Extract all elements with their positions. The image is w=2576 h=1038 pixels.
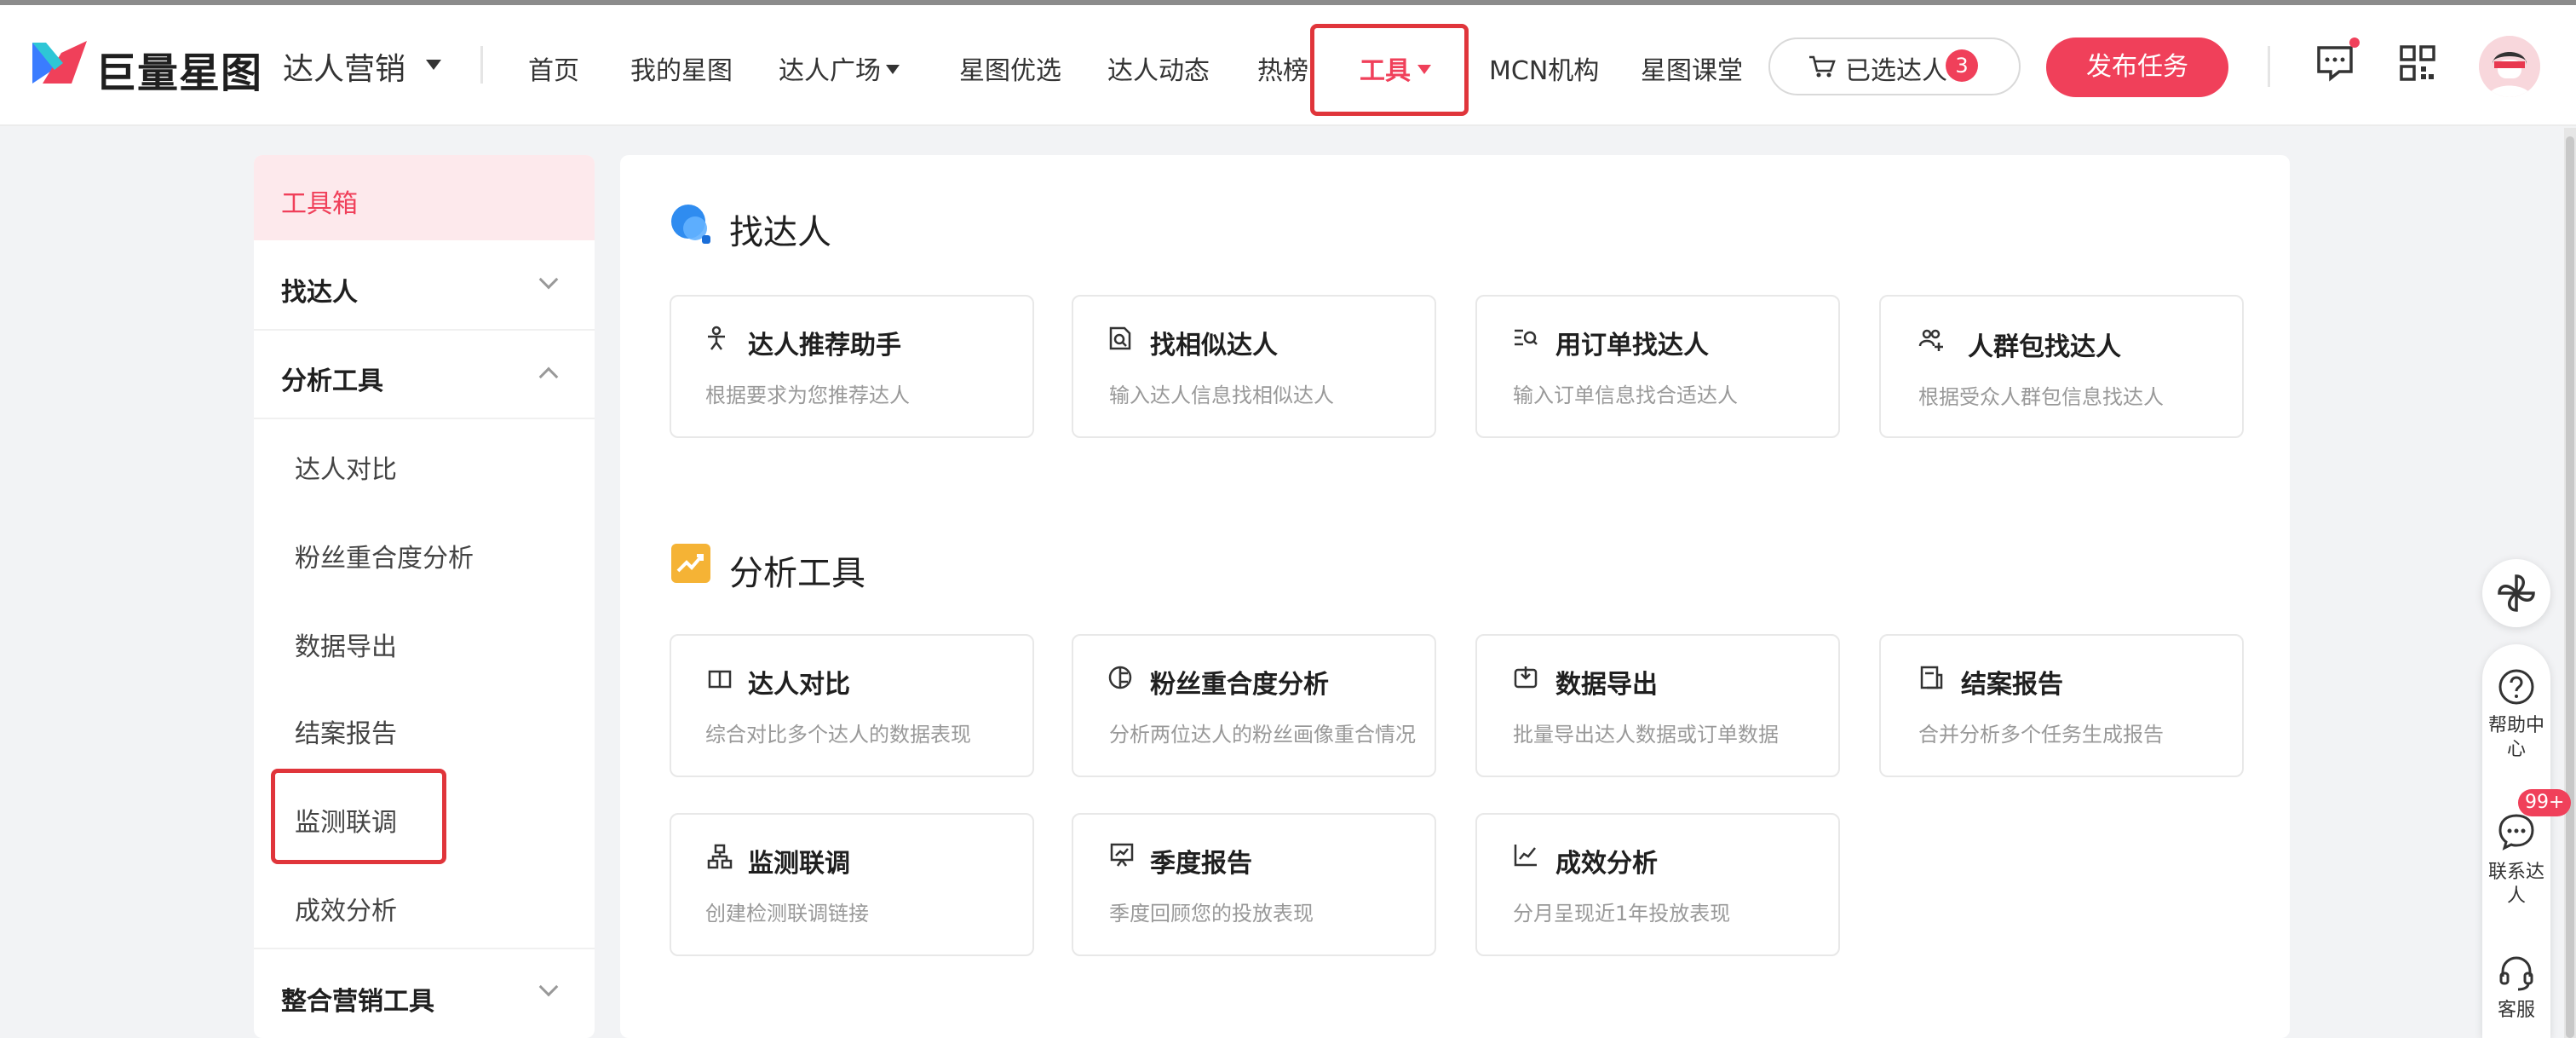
divider: [254, 329, 595, 331]
contact-badge: 99+: [2518, 789, 2572, 816]
cart-icon: [1809, 55, 1836, 78]
nav-hot-list[interactable]: 热榜: [1257, 49, 1308, 87]
hierarchy-icon: [707, 844, 733, 869]
nav-mcn[interactable]: MCN机构: [1489, 49, 1599, 87]
list-search-icon: [1515, 329, 1538, 346]
caret-down-icon[interactable]: [426, 60, 441, 70]
publish-task-button[interactable]: 发布任务: [2046, 37, 2228, 97]
nav-creator-square[interactable]: 达人广场: [779, 49, 881, 87]
section-title-analysis: 分析工具: [729, 554, 865, 593]
card-desc: 综合对比多个达人的数据表现: [705, 723, 971, 747]
pinwheel-icon: [2498, 574, 2535, 612]
card-desc: 分月呈现近1年投放表现: [1513, 902, 1731, 926]
caret-down-icon[interactable]: [886, 65, 900, 74]
message-icon[interactable]: [2315, 44, 2355, 82]
card-desc: 根据受众人群包信息找达人: [1918, 385, 2164, 409]
headset-icon[interactable]: [2498, 954, 2535, 992]
card-title: 季度报告: [1150, 849, 1252, 879]
person-icon: [708, 326, 725, 350]
nav-tools[interactable]: 工具: [1360, 49, 1411, 87]
float-feature-button[interactable]: [2482, 559, 2550, 627]
tool-card-monitoring[interactable]: [670, 813, 1034, 956]
help-center-label[interactable]: 帮助中心: [2482, 714, 2550, 762]
tool-card-recommend[interactable]: [670, 295, 1034, 438]
cart-count-badge: 3: [1946, 49, 1978, 82]
help-icon[interactable]: [2498, 668, 2535, 706]
nav-selection[interactable]: 星图优选: [959, 49, 1061, 87]
card-title: 结案报告: [1961, 670, 2063, 700]
card-desc: 创建检测联调链接: [705, 902, 869, 926]
divider: [2268, 46, 2270, 87]
logo-icon[interactable]: [29, 37, 90, 89]
tool-card-similar[interactable]: [1072, 295, 1436, 438]
apps-grid-icon[interactable]: [2399, 44, 2436, 82]
avatar[interactable]: [2479, 36, 2540, 97]
tool-card-by-order[interactable]: [1475, 295, 1840, 438]
tool-card-final-report[interactable]: [1879, 634, 2244, 777]
card-title: 达人对比: [748, 670, 850, 700]
logo-text[interactable]: 巨量星图: [95, 39, 262, 99]
product-switcher[interactable]: 达人营销: [283, 44, 405, 89]
scrollbar-thumb[interactable]: [2566, 136, 2574, 1038]
users-add-icon: [1918, 329, 1943, 351]
card-title: 达人推荐助手: [748, 331, 901, 360]
card-title: 用订单找达人: [1555, 331, 1709, 360]
compare-icon: [708, 670, 732, 689]
tool-card-quarterly-report[interactable]: [1072, 813, 1436, 956]
sidebar-item-compare[interactable]: 达人对比: [295, 448, 397, 486]
trend-icon: [671, 544, 710, 583]
tool-card-compare[interactable]: [670, 634, 1034, 777]
divider: [254, 948, 595, 949]
sidebar-item-monitoring[interactable]: 监测联调: [295, 801, 397, 839]
contact-creator-label[interactable]: 联系达人: [2482, 861, 2550, 908]
tool-card-effect-analysis[interactable]: [1475, 813, 1840, 956]
chat-icon[interactable]: [2498, 813, 2535, 851]
card-desc: 根据要求为您推荐达人: [705, 383, 910, 407]
card-desc: 合并分析多个任务生成报告: [1918, 723, 2164, 747]
nav-creator-feed[interactable]: 达人动态: [1107, 49, 1210, 87]
sidebar-group-analysis[interactable]: 分析工具: [281, 360, 383, 397]
search-bubble-icon: [671, 205, 710, 244]
document-search-icon: [1109, 326, 1131, 350]
card-title: 找相似达人: [1150, 331, 1278, 360]
card-desc: 季度回顾您的投放表现: [1109, 902, 1314, 926]
card-title: 数据导出: [1555, 670, 1658, 700]
card-title: 成效分析: [1555, 849, 1658, 879]
notification-dot: [2349, 37, 2360, 48]
card-title: 人群包找达人: [1968, 332, 2121, 362]
sidebar-item-toolbox-label: 工具箱: [281, 189, 358, 219]
caret-down-icon[interactable]: [1417, 65, 1431, 74]
card-desc: 批量导出达人数据或订单数据: [1513, 723, 1779, 747]
tool-card-audience[interactable]: [1879, 295, 2244, 438]
card-title: 粉丝重合度分析: [1150, 670, 1329, 700]
overlap-icon: [1108, 666, 1132, 689]
nav-my-xingtu[interactable]: 我的星图: [630, 49, 733, 87]
sidebar-item-data-export[interactable]: 数据导出: [295, 626, 397, 663]
nav-home[interactable]: 首页: [528, 49, 579, 87]
tool-card-fan-overlap[interactable]: [1072, 634, 1436, 777]
divider: [254, 418, 595, 419]
sidebar-item-effect-analysis[interactable]: 成效分析: [295, 890, 397, 927]
sidebar-group-find[interactable]: 找达人: [281, 271, 358, 309]
tool-card-data-export[interactable]: [1475, 634, 1840, 777]
customer-service-label[interactable]: 客服: [2482, 999, 2550, 1023]
line-chart-icon: [1514, 845, 1537, 867]
sidebar-group-integrated[interactable]: 整合营销工具: [281, 980, 434, 1018]
export-icon: [1514, 666, 1538, 689]
section-title-find: 找达人: [729, 213, 831, 252]
card-desc: 输入达人信息找相似达人: [1109, 383, 1334, 407]
selected-creators-label: 已选达人: [1845, 56, 1947, 86]
report-icon: [1920, 666, 1943, 689]
card-desc: 输入订单信息找合适达人: [1513, 383, 1738, 407]
sidebar-item-fan-overlap[interactable]: 粉丝重合度分析: [295, 537, 474, 574]
card-title: 监测联调: [748, 849, 850, 879]
sidebar-item-final-report[interactable]: 结案报告: [295, 712, 397, 750]
nav-classroom[interactable]: 星图课堂: [1641, 49, 1743, 87]
card-desc: 分析两位达人的粉丝画像重合情况: [1109, 723, 1416, 747]
presentation-icon: [1110, 843, 1134, 867]
divider: [480, 46, 483, 84]
